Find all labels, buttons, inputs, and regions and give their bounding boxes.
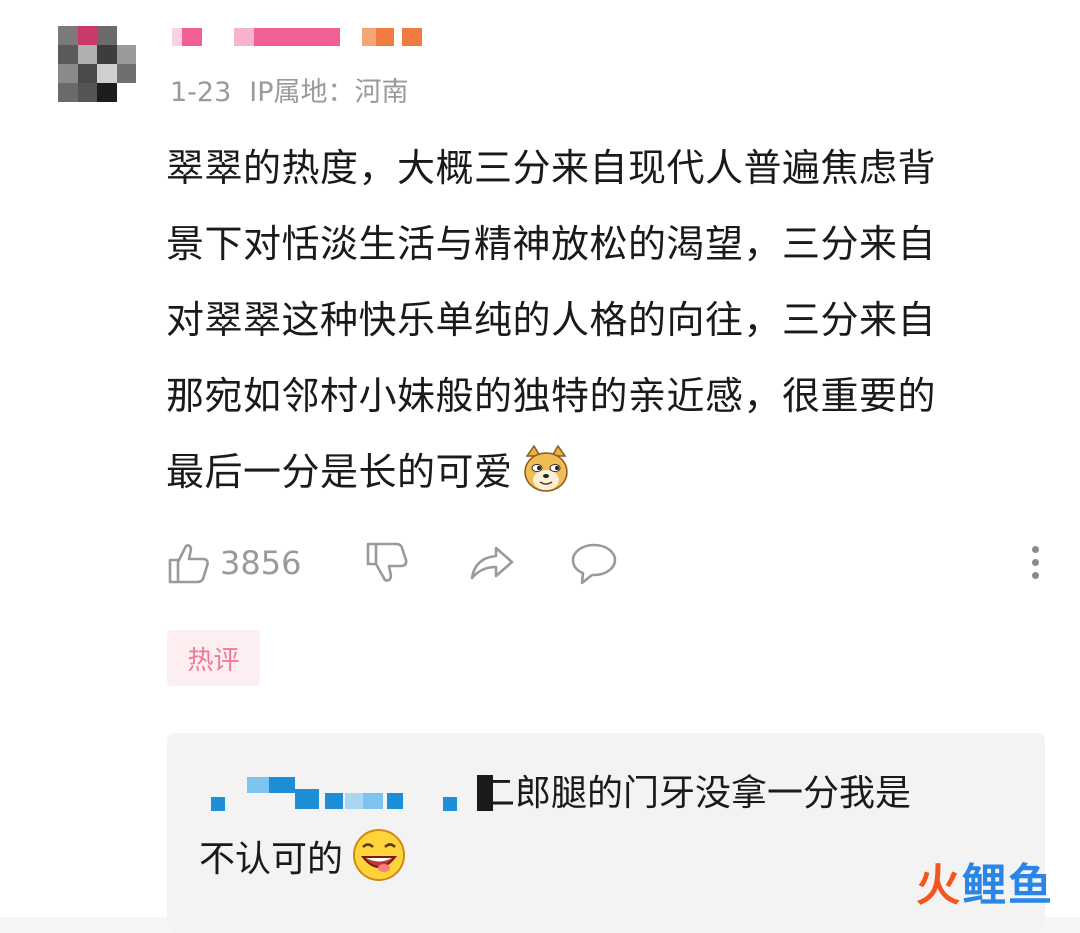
hot-comment-badge: 热评 (167, 630, 260, 686)
content-line: 翠翠的热度，大概三分来自现代人普遍焦虑背 (166, 146, 937, 190)
doge-emoji-icon (521, 443, 571, 493)
content-line: 景下对恬淡生活与精神放松的渴望，三分来自 (166, 222, 937, 266)
username[interactable] (172, 26, 422, 48)
thumbs-down-icon (364, 540, 410, 586)
watermark-logo: 火鲤鱼 (916, 849, 1054, 913)
content-line-text: 最后一分是长的可爱 (166, 450, 513, 494)
more-options-icon[interactable] (1032, 546, 1040, 585)
comment-date: 1-23 (170, 77, 232, 108)
comment-content: 翠翠的热度，大概三分来自现代人普遍焦虑背 景下对恬淡生活与精神放松的渴望，三分来… (166, 130, 1046, 510)
comment-bubble-icon (570, 540, 618, 586)
watermark-part-2: 鲤鱼 (962, 860, 1054, 911)
comment-actions: 3856 (166, 540, 1046, 596)
like-count: 3856 (220, 544, 302, 582)
content-line-last: 最后一分是长的可爱 (166, 434, 1046, 510)
dislike-button[interactable] (364, 540, 410, 586)
comment-card: 1-23 IP属地：河南 翠翠的热度，大概三分来自现代人普遍焦虑背 景下对恬淡生活… (0, 0, 1080, 933)
content-line: 那宛如邻村小妹般的独特的亲近感，很重要的 (166, 374, 937, 418)
ip-location: IP属地：河南 (249, 77, 409, 108)
avatar[interactable] (58, 26, 136, 102)
reply-line-1: 二郎腿的门牙没拿一分我是 (479, 773, 912, 814)
share-button[interactable] (468, 540, 516, 586)
reply-line-2: 不认可的 (199, 827, 1019, 893)
reply-line-2-text: 不认可的 (199, 839, 344, 880)
comment-meta: 1-23 IP属地：河南 (170, 70, 427, 109)
content-line: 对翠翠这种快乐单纯的人格的向往，三分来自 (166, 298, 937, 342)
reply-preview[interactable]: 二郎腿的门牙没拿一分我是 不认可的 (167, 733, 1045, 933)
grinning-face-icon (351, 827, 407, 883)
share-icon (468, 540, 516, 586)
reply-button[interactable] (570, 540, 618, 586)
watermark-part-1: 火 (916, 860, 962, 911)
thumbs-up-icon (166, 540, 212, 586)
like-button[interactable]: 3856 (166, 540, 301, 586)
reply-content: 二郎腿的门牙没拿一分我是 不认可的 (199, 761, 1019, 893)
